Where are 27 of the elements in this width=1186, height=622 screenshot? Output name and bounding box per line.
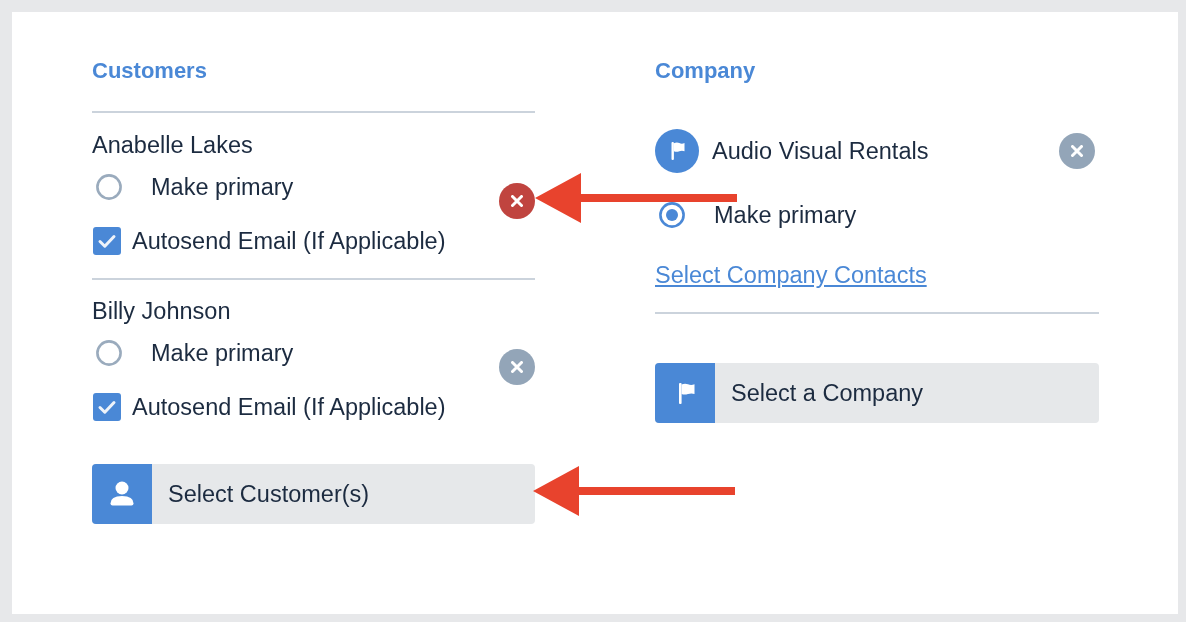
section-heading: Customers [92, 59, 207, 83]
remove-button[interactable] [499, 348, 535, 385]
contacts-link[interactable]: Select Company Contacts [655, 262, 927, 288]
checkbox-label: Autosend Email (If Applicable) [132, 394, 446, 420]
customer-name: Anabelle Lakes [92, 132, 253, 158]
radio-label: Make primary [714, 202, 857, 228]
close-icon [1071, 145, 1083, 157]
select-button[interactable]: Select Customer(s) [92, 464, 535, 524]
select-button[interactable]: Select a Company [655, 363, 1099, 423]
checkbox[interactable] [93, 227, 121, 255]
section-heading: Company [655, 59, 756, 83]
checkbox[interactable] [93, 393, 121, 421]
customer-name: Billy Johnson [92, 298, 231, 324]
flag-icon [655, 129, 699, 173]
radio-button[interactable] [659, 202, 685, 228]
remove-button[interactable] [1059, 133, 1095, 169]
radio-label: Make primary [151, 174, 294, 200]
flag-icon [655, 363, 715, 423]
close-icon [511, 360, 523, 373]
person-icon [92, 464, 152, 524]
company-name: Audio Visual Rentals [712, 138, 929, 164]
radio-label: Make primary [151, 340, 294, 366]
radio-button[interactable] [96, 174, 122, 200]
checkbox-label: Autosend Email (If Applicable) [132, 228, 446, 254]
remove-button[interactable] [499, 182, 535, 219]
close-icon [511, 194, 523, 207]
radio-button[interactable] [96, 340, 122, 366]
